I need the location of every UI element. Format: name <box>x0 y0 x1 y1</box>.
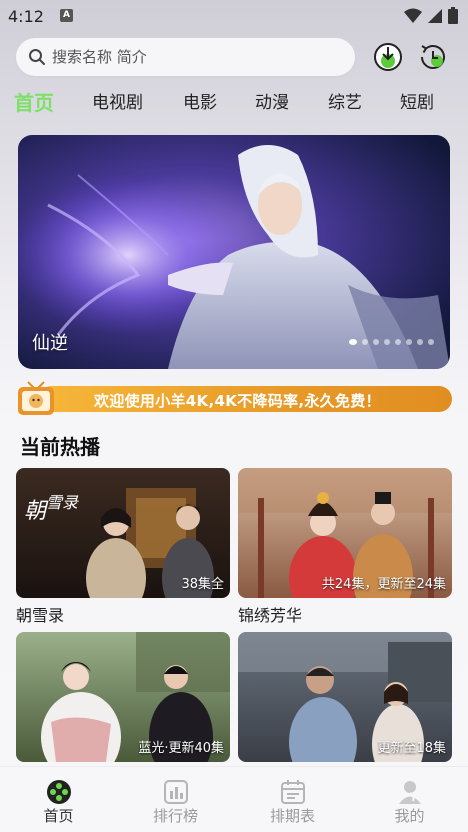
notice-banner[interactable]: 欢迎使用小羊4K,4K不降码率,永久免费！ <box>16 380 452 418</box>
tab-anime[interactable]: 动漫 <box>255 88 289 120</box>
status-bar: 4:12 A <box>0 0 468 32</box>
video-card[interactable]: 更新至18集 <box>238 632 452 766</box>
tab-movie[interactable]: 电影 <box>183 88 217 120</box>
tab-home[interactable]: 首页 <box>14 88 54 120</box>
video-card[interactable]: 蓝光·更新40集 <box>16 632 230 766</box>
video-title: 锦绣芳华 <box>238 606 303 625</box>
video-card[interactable]: 共24集，更新至24集 锦绣芳华 <box>238 468 452 626</box>
video-thumbnail: 朝 雪录 38集全 <box>16 468 230 598</box>
download-button[interactable] <box>372 41 404 73</box>
calendar-icon <box>281 780 305 804</box>
tab-tv[interactable]: 电视剧 <box>92 88 143 120</box>
bottom-nav: 首页 排行榜 排期表 我的 <box>0 766 468 832</box>
pagination-dot <box>373 339 379 345</box>
pagination-dot <box>395 339 401 345</box>
nav-label: 排行榜 <box>152 807 198 825</box>
category-tabs: 首页 电视剧 电影 动漫 综艺 短剧 <box>0 88 468 120</box>
pagination-dot <box>384 339 390 345</box>
svg-text:雪录: 雪录 <box>46 493 79 512</box>
nav-label: 我的 <box>394 807 425 825</box>
search-icon <box>29 49 45 65</box>
video-title: 朝雪录 <box>16 606 65 625</box>
history-button[interactable] <box>417 41 449 73</box>
banner-image <box>18 135 450 369</box>
nav-label: 首页 <box>43 807 74 825</box>
signal-icon <box>428 8 442 23</box>
section-title: 当前热播 <box>20 435 100 459</box>
episode-badge: 更新至18集 <box>377 741 446 756</box>
nav-profile[interactable]: 我的 <box>351 767 468 832</box>
download-icon <box>374 43 402 71</box>
video-card[interactable]: 朝 雪录 38集全 朝雪录 <box>16 468 230 626</box>
pagination-dot <box>417 339 423 345</box>
status-time: 4:12 <box>8 7 44 26</box>
banner-pagination <box>349 339 434 345</box>
battery-icon <box>448 7 458 24</box>
notification-icon: A <box>60 9 73 22</box>
episode-badge: 38集全 <box>181 577 224 592</box>
tab-variety[interactable]: 综艺 <box>328 88 362 120</box>
notice-text: 欢迎使用小羊4K,4K不降码率,永久免费！ <box>94 392 381 410</box>
pagination-dot <box>349 339 357 345</box>
nav-home[interactable]: 首页 <box>0 767 117 832</box>
tab-short-drama[interactable]: 短剧 <box>400 88 434 120</box>
video-thumbnail: 共24集，更新至24集 <box>238 468 452 598</box>
hero-banner[interactable]: 仙逆 <box>18 135 450 369</box>
profile-icon <box>399 781 421 804</box>
episode-badge: 共24集，更新至24集 <box>321 577 446 592</box>
chart-icon <box>164 780 188 804</box>
search-input[interactable] <box>52 48 332 66</box>
banner-title: 仙逆 <box>32 333 68 354</box>
system-icons <box>404 7 458 24</box>
history-icon <box>421 45 445 69</box>
wifi-icon <box>404 8 422 23</box>
nav-label: 排期表 <box>269 807 315 825</box>
episode-badge: 蓝光·更新40集 <box>138 741 224 756</box>
video-thumbnail: 蓝光·更新40集 <box>16 632 230 762</box>
tv-mascot-icon <box>18 381 54 415</box>
pagination-dot <box>428 339 434 345</box>
nav-schedule[interactable]: 排期表 <box>234 767 351 832</box>
home-icon <box>47 780 71 804</box>
pagination-dot <box>362 339 368 345</box>
nav-ranking[interactable]: 排行榜 <box>117 767 234 832</box>
video-thumbnail: 更新至18集 <box>238 632 452 762</box>
search-bar[interactable] <box>16 38 355 76</box>
pagination-dot <box>406 339 412 345</box>
